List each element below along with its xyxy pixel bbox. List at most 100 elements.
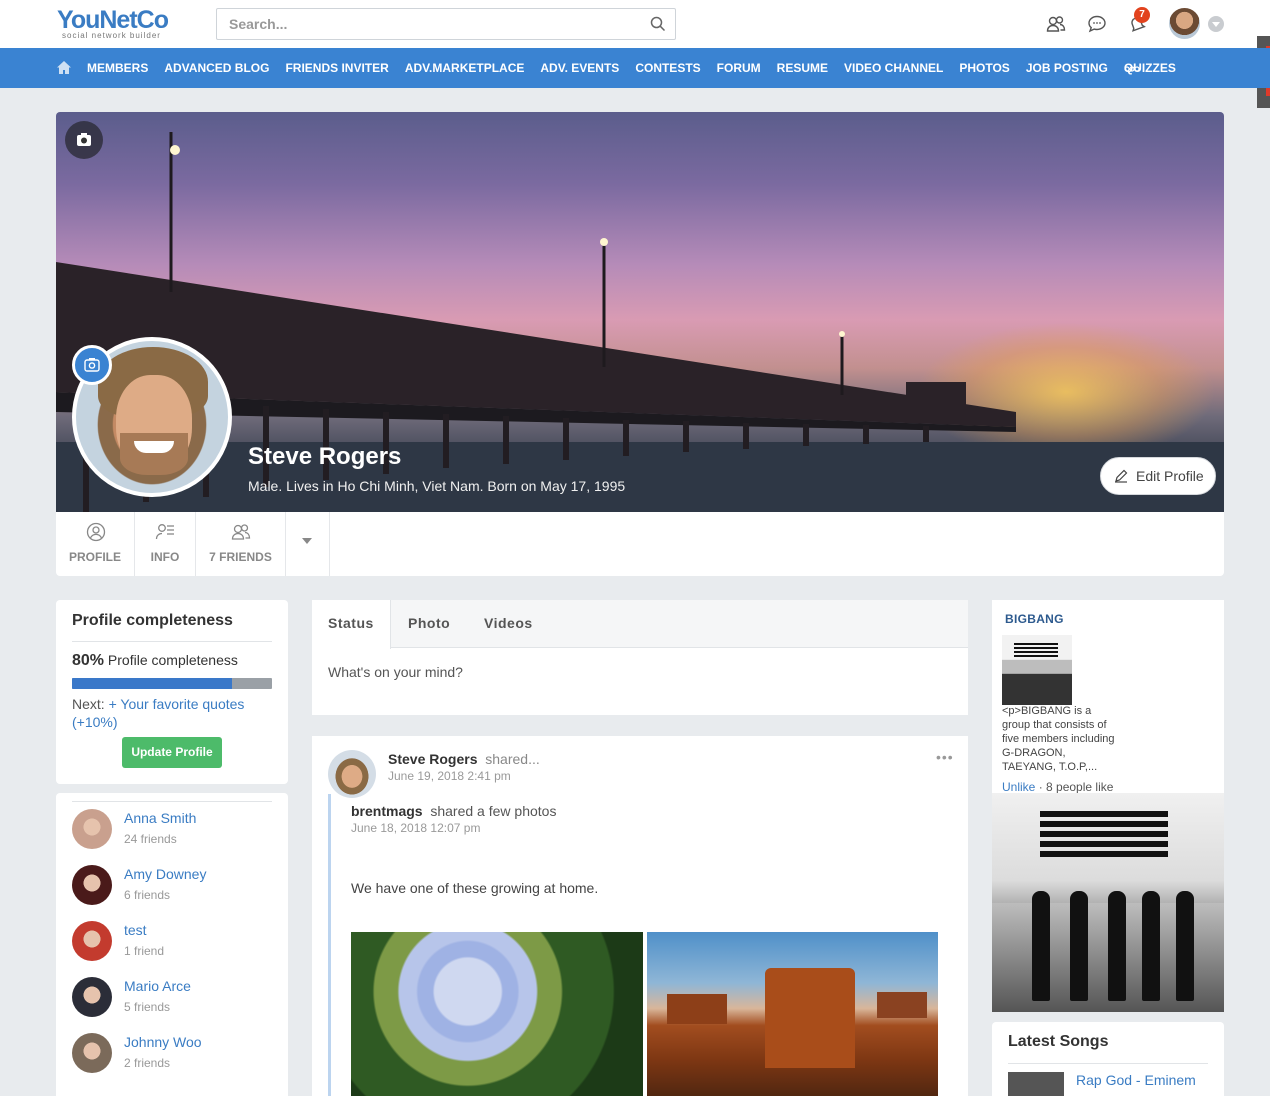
nav-item-photos[interactable]: PHOTOS [959, 48, 1025, 88]
more-icon[interactable] [1124, 66, 1140, 72]
profile-tabs: PROFILE INFO 7 FRIENDS [56, 512, 1224, 576]
friend-count: 24 friends [124, 832, 177, 846]
edit-profile-button[interactable]: Edit Profile [1100, 457, 1216, 495]
post-author[interactable]: Steve Rogers [388, 751, 477, 767]
tab-photo[interactable]: Photo [408, 600, 450, 648]
song-thumbnail[interactable] [1008, 1072, 1064, 1096]
logo-tagline: social network builder [62, 31, 161, 40]
status-input[interactable]: What's on your mind? [328, 664, 463, 680]
friend-avatar[interactable] [72, 977, 112, 1017]
completeness-title: Profile completeness [72, 612, 233, 629]
friend-item[interactable]: Anna Smith 24 friends [72, 809, 272, 853]
friend-avatar[interactable] [72, 809, 112, 849]
friends-icon[interactable] [1046, 14, 1066, 34]
composer-tabbar: Status Photo Videos [312, 600, 968, 649]
status-composer: Status Photo Videos What's on your mind? [312, 600, 968, 715]
photo-desert-mesa[interactable] [647, 932, 938, 1096]
tab-info-label: INFO [150, 550, 180, 564]
friend-name[interactable]: Mario Arce [124, 978, 191, 994]
completeness-percent: 80% Profile completeness [72, 652, 238, 669]
friend-item[interactable]: test 1 friend [72, 921, 272, 965]
nav-item-adv-marketplace[interactable]: ADV.MARKETPLACE [405, 48, 541, 88]
chat-icon[interactable] [1087, 14, 1107, 34]
post-author-avatar[interactable] [328, 750, 376, 798]
shared-time: June 18, 2018 12:07 pm [351, 821, 481, 835]
user-menu-caret[interactable] [1208, 16, 1224, 32]
friend-name[interactable]: Johnny Woo [124, 1034, 202, 1050]
photo-hydrangea[interactable] [351, 932, 643, 1096]
friend-item[interactable]: Johnny Woo 2 friends [72, 1033, 272, 1077]
completeness-progress-bar [72, 678, 272, 689]
friends-card: Anna Smith 24 friends Amy Downey 6 friends t… [56, 793, 288, 1096]
info-icon [155, 524, 174, 540]
friend-count: 2 friends [124, 1056, 171, 1070]
friend-avatar[interactable] [72, 865, 112, 905]
nav-item-resume[interactable]: RESUME [777, 48, 844, 88]
post-time: June 19, 2018 2:41 pm [388, 769, 511, 783]
nav-item-friends-inviter[interactable]: FRIENDS INVITER [285, 48, 404, 88]
nav-item-job-posting[interactable]: JOB POSTING [1026, 48, 1124, 88]
cover-camera-button[interactable] [65, 121, 103, 159]
nav-item-forum[interactable]: FORUM [717, 48, 777, 88]
avatar-camera-button[interactable] [72, 345, 112, 385]
friend-name[interactable]: Anna Smith [124, 810, 196, 826]
page-cover-image[interactable] [992, 793, 1224, 1012]
shared-message: We have one of these growing at home. [351, 880, 599, 896]
search-box [216, 8, 676, 40]
site-logo[interactable]: YouNetCo social network builder [57, 6, 169, 40]
top-header: YouNetCo social network builder 7 [0, 0, 1270, 48]
friend-avatar[interactable] [72, 1033, 112, 1073]
nav-item-members[interactable]: MEMBERS [87, 48, 164, 88]
nav-item-advanced-blog[interactable]: ADVANCED BLOG [164, 48, 285, 88]
friends-icon [231, 524, 251, 540]
search-icon[interactable] [650, 16, 666, 32]
friend-item[interactable]: Mario Arce 5 friends [72, 977, 272, 1021]
friend-count: 5 friends [124, 1000, 171, 1014]
friend-name[interactable]: Amy Downey [124, 866, 206, 882]
shared-post: brentmags shared a few photos June 18, 2… [328, 794, 952, 1096]
feed-post: Steve Rogers shared... June 19, 2018 2:4… [312, 736, 968, 1096]
latest-songs-title: Latest Songs [1008, 1033, 1109, 1050]
page-title[interactable]: BIGBANG [1005, 612, 1064, 626]
friend-count: 6 friends [124, 888, 171, 902]
tab-profile-label: PROFILE [68, 550, 121, 564]
post-options-button[interactable]: ••• [936, 749, 954, 765]
camera-icon [77, 133, 91, 146]
friend-item[interactable]: Amy Downey 6 friends [72, 865, 272, 909]
nav-items: MEMBERS ADVANCED BLOG FRIENDS INVITER ADV.M… [87, 48, 1192, 88]
nav-item-video-channel[interactable]: VIDEO CHANNEL [844, 48, 959, 88]
pier-illustration [56, 132, 1224, 512]
tabs-more-dropdown[interactable] [286, 512, 330, 576]
update-profile-button[interactable]: Update Profile [122, 737, 222, 768]
latest-songs-card: Latest Songs Rap God - Eminem [992, 1022, 1224, 1096]
song-link[interactable]: Rap God - Eminem [1076, 1072, 1196, 1088]
page-likes: Unlike · 8 people like [1002, 780, 1114, 794]
nav-item-adv-events[interactable]: ADV. EVENTS [540, 48, 635, 88]
tab-videos[interactable]: Videos [484, 600, 533, 648]
friend-avatar[interactable] [72, 921, 112, 961]
shared-author[interactable]: brentmags [351, 803, 423, 819]
unlike-link[interactable]: Unlike [1002, 780, 1035, 794]
pencil-icon [1115, 469, 1128, 483]
completeness-next: Next: + Your favorite quotes (+10%) [72, 696, 245, 730]
logo-text: YouNetCo [57, 6, 169, 34]
profile-name: Steve Rogers [248, 443, 402, 470]
user-avatar[interactable] [1169, 8, 1200, 39]
tab-status[interactable]: Status [312, 600, 391, 649]
page-thumbnail[interactable] [1002, 635, 1072, 705]
home-icon[interactable] [56, 60, 72, 75]
tab-profile[interactable]: PROFILE [56, 512, 135, 576]
tab-info[interactable]: INFO [135, 512, 196, 576]
profile-icon [86, 522, 106, 542]
search-input[interactable] [217, 9, 637, 39]
edit-profile-label: Edit Profile [1136, 468, 1204, 484]
main-nav: MEMBERS ADVANCED BLOG FRIENDS INVITER ADV.M… [0, 48, 1270, 88]
tab-friends[interactable]: 7 FRIENDS [196, 512, 286, 576]
nav-item-contests[interactable]: CONTESTS [635, 48, 716, 88]
tab-friends-label: 7 FRIENDS [209, 550, 272, 564]
notification-badge: 7 [1134, 7, 1150, 23]
friend-name[interactable]: test [124, 922, 147, 938]
camera-icon [84, 358, 100, 372]
page-widget: BIGBANG <p>BIGBANG is a group that consi… [992, 600, 1224, 1012]
cover-photo: Edit Profile [56, 112, 1224, 512]
